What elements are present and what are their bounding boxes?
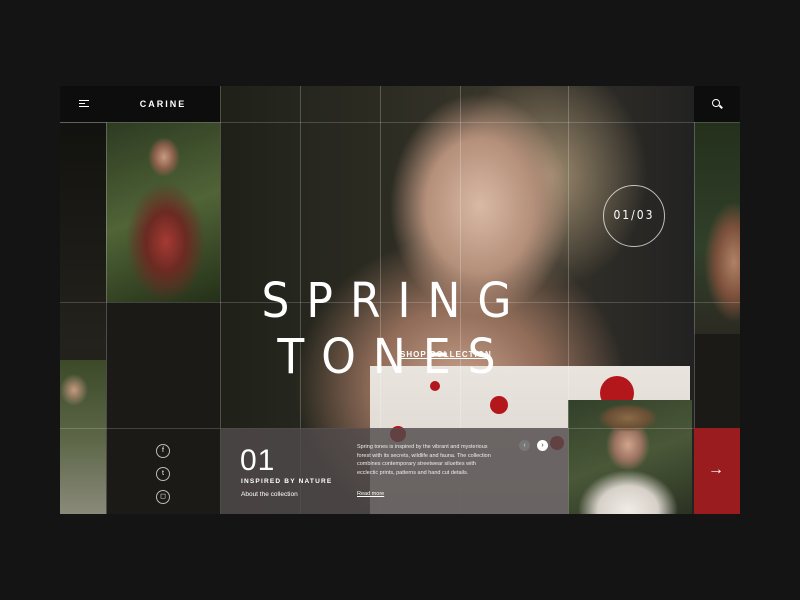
logo-cell[interactable]: CARINE (106, 86, 220, 122)
photo-model-hat (568, 400, 692, 514)
logo[interactable]: CARINE (106, 99, 220, 109)
photo-model-hat-left (60, 360, 106, 514)
twitter-icon[interactable]: t (156, 467, 170, 481)
slide-counter: 01/03 (603, 185, 665, 247)
next-slide-button[interactable]: › (537, 440, 548, 451)
next-arrow-button[interactable]: → (694, 428, 740, 514)
section-title: INSPIRED BY NATURE (241, 478, 333, 485)
read-more-link[interactable]: Read more (357, 491, 384, 497)
grid-line (60, 122, 740, 123)
search-button[interactable] (694, 86, 740, 122)
shop-collection-link[interactable]: SHOP COLLECTION (400, 350, 492, 359)
prev-slide-button[interactable]: ‹ (519, 440, 530, 451)
hamburger-icon (79, 100, 89, 109)
hero-headline: SPRING TONES (261, 272, 529, 386)
instagram-icon[interactable]: ◻ (156, 490, 170, 504)
grid-line (106, 86, 107, 514)
section-subtitle: About the collection (241, 491, 298, 498)
search-icon (712, 99, 720, 107)
section-number: 01 (240, 444, 276, 477)
landing-frame: CARINE 01/03 SPRING TONES SHOP COLLECTIO… (60, 86, 740, 514)
section-description: Spring tones is inspired by the vibrant … (357, 444, 491, 477)
social-links: f t ◻ (156, 444, 170, 513)
info-panel: 01 INSPIRED BY NATURE About the collecti… (220, 428, 568, 514)
slide-counter-text: 01/03 (613, 208, 655, 222)
menu-button[interactable] (60, 86, 106, 123)
facebook-icon[interactable]: f (156, 444, 170, 458)
arrow-right-icon: → (708, 461, 724, 478)
